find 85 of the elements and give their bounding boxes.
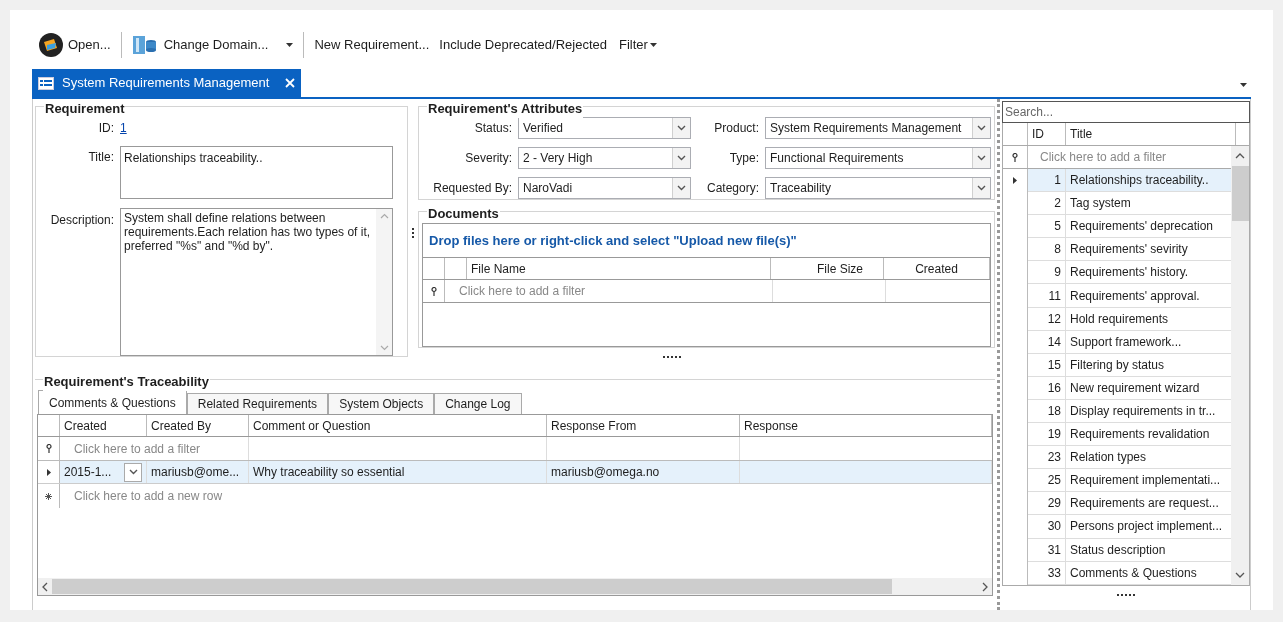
- drop-hint: Drop files here or right-click and select "Upload new file(s)": [423, 224, 990, 258]
- dropdown-field[interactable]: 2 - Very High: [518, 147, 691, 169]
- table-cell-text: mariusb@ome...: [151, 464, 241, 481]
- id-cell: 15: [1028, 353, 1066, 377]
- traceability-tab[interactable]: System Objects: [328, 393, 435, 414]
- toolbar-button[interactable]: Include Deprecated/Rejected: [437, 30, 609, 60]
- document-tab[interactable]: System Requirements Management: [32, 69, 302, 97]
- field-label: Title:: [87, 149, 114, 166]
- row-indicator-icon: [1013, 177, 1017, 185]
- table-cell-text: mariusb@omega.no: [551, 464, 661, 481]
- column-header[interactable]: Response: [740, 415, 992, 436]
- search-field[interactable]: Search...: [1002, 101, 1250, 123]
- id-link[interactable]: 1: [120, 119, 127, 137]
- chevron-down-icon: [128, 469, 138, 475]
- dropdown-field[interactable]: NaroVadi: [518, 177, 691, 199]
- horizontal-scrollbar[interactable]: [38, 578, 992, 595]
- column-header[interactable]: Response From: [547, 415, 740, 436]
- toolbar-button[interactable]: New Requirement...: [312, 30, 432, 60]
- column-header[interactable]: Created By: [147, 415, 249, 436]
- filter-row[interactable]: Click here to add a filter: [1028, 146, 1167, 168]
- chevron-down-icon: [977, 155, 986, 161]
- field-label: Requested By:: [432, 180, 512, 197]
- field-label: Product:: [713, 120, 759, 137]
- new-row-icon: [45, 492, 52, 500]
- column-header[interactable]: File Size: [771, 258, 884, 279]
- chevron-down-icon: [677, 155, 686, 161]
- chevron-down-icon: [677, 185, 686, 191]
- chevron-down-icon: [977, 125, 986, 131]
- group-title: Requirement: [45, 101, 125, 116]
- change-domain-button[interactable]: Change Domain...: [129, 30, 296, 60]
- caret-icon: [1240, 83, 1247, 87]
- id-cell: 16: [1028, 376, 1066, 400]
- group-title: Requirement's Traceability: [44, 374, 209, 389]
- table-cell-text: 2015-1...: [64, 464, 113, 481]
- column-header[interactable]: ID: [1028, 123, 1066, 145]
- list-row[interactable]: 1 Relationships traceability..: [1003, 169, 1231, 193]
- group-title: Documents: [428, 206, 499, 221]
- id-cell: 31: [1028, 538, 1066, 562]
- column-header[interactable]: Created: [60, 415, 147, 436]
- filter-icon: [1012, 152, 1018, 162]
- filter-menu[interactable]: Filter: [615, 30, 661, 60]
- field-label: ID:: [97, 120, 114, 137]
- dropdown-field[interactable]: Traceability: [765, 177, 991, 199]
- chevron-down-icon: [677, 125, 686, 131]
- field-label: Status:: [473, 120, 512, 137]
- id-cell: 11: [1028, 284, 1066, 308]
- id-cell: 14: [1028, 330, 1066, 354]
- traceability-tab[interactable]: Comments & Questions: [38, 390, 187, 414]
- dropdown-field[interactable]: Functional Requirements: [765, 147, 991, 169]
- chevron-down-icon: [977, 185, 986, 191]
- column-header[interactable]: Created: [884, 258, 990, 279]
- caret-icon: [286, 43, 294, 47]
- filter-icon: [430, 286, 437, 296]
- filter-row[interactable]: Click here to add a filter: [445, 280, 773, 302]
- table-row[interactable]: 2015-1... mariusb@ome... Why traceability so essential mariusb@omega.no: [38, 461, 992, 484]
- id-cell: 33: [1028, 561, 1066, 585]
- scrollbar-thumb[interactable]: [1231, 166, 1249, 221]
- close-icon[interactable]: [285, 78, 296, 88]
- field-label: Description:: [49, 212, 114, 229]
- column-header[interactable]: Comment or Question: [249, 415, 547, 436]
- column-header[interactable]: Title: [1066, 123, 1236, 145]
- id-cell: 12: [1028, 307, 1066, 331]
- field-label: Severity:: [464, 150, 512, 167]
- field-label: Category:: [705, 180, 759, 197]
- new-row-placeholder[interactable]: Click here to add a new row: [60, 484, 237, 508]
- row-indicator-icon: [46, 468, 51, 476]
- server-icon: [131, 34, 158, 56]
- caret-icon: [649, 43, 657, 47]
- list-icon: [38, 76, 54, 90]
- filter-row[interactable]: Click here to add a filter: [60, 437, 249, 460]
- table-cell-text: Why traceability so essential: [253, 464, 406, 481]
- traceability-tab[interactable]: Change Log: [434, 393, 522, 414]
- title-field[interactable]: Relationships traceability..: [120, 146, 393, 199]
- dropdown-field[interactable]: System Requirements Management: [765, 117, 991, 139]
- scrollbar-thumb[interactable]: [52, 579, 892, 594]
- column-header[interactable]: File Name: [467, 258, 771, 279]
- filter-icon: [45, 444, 52, 453]
- dropdown-field[interactable]: Verified: [518, 117, 691, 139]
- vertical-scrollbar[interactable]: [1231, 146, 1249, 585]
- id-cell: 30: [1028, 515, 1066, 539]
- open-button[interactable]: Open...: [36, 30, 113, 60]
- traceability-tab[interactable]: Related Requirements: [186, 393, 329, 414]
- field-label: Type:: [728, 150, 759, 167]
- group-title: Requirement's Attributes: [428, 101, 583, 116]
- dropdown-button[interactable]: [124, 462, 142, 482]
